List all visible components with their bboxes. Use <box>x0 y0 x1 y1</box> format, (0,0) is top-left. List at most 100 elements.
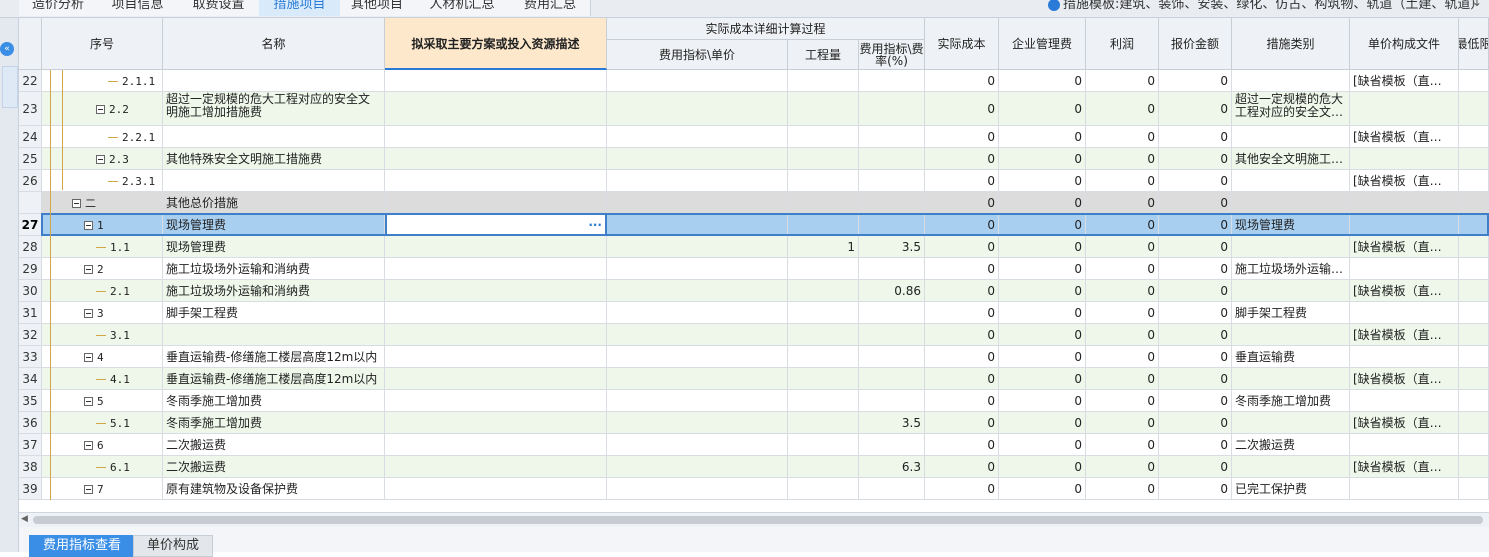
cell-rate[interactable] <box>859 258 925 280</box>
cell-quote[interactable]: 0 <box>1159 192 1232 214</box>
cell-category[interactable] <box>1232 236 1350 258</box>
cell-file[interactable]: [缺省模板（直… <box>1350 126 1459 148</box>
cell-rate[interactable]: 0.86 <box>859 280 925 302</box>
cell-profit[interactable]: 0 <box>1086 324 1159 346</box>
cell-name[interactable]: 现场管理费 <box>163 214 385 236</box>
cell-actual[interactable]: 0 <box>925 280 999 302</box>
header-category[interactable]: 措施类别 <box>1232 18 1350 70</box>
cell-quantity[interactable] <box>788 478 859 500</box>
cell-actual[interactable]: 0 <box>925 170 999 192</box>
cell-min[interactable] <box>1459 236 1489 258</box>
cell-rate[interactable]: 3.5 <box>859 236 925 258</box>
scroll-left-arrow-icon[interactable]: ◀ <box>21 514 28 524</box>
collapse-toggle-icon[interactable] <box>84 397 93 406</box>
cell-min[interactable] <box>1459 280 1489 302</box>
cell-plan[interactable] <box>385 92 607 126</box>
cell-quote[interactable]: 0 <box>1159 434 1232 456</box>
cell-min[interactable] <box>1459 214 1489 236</box>
cell-name[interactable]: 原有建筑物及设备保护费 <box>163 478 385 500</box>
header-min[interactable]: 最低限 <box>1459 18 1489 70</box>
collapse-toggle-icon[interactable] <box>84 485 93 494</box>
cell-name[interactable]: 其他总价措施 <box>163 192 385 214</box>
cell-plan[interactable] <box>385 236 607 258</box>
cell-min[interactable] <box>1459 258 1489 280</box>
cell-actual[interactable]: 0 <box>925 346 999 368</box>
cell-name[interactable] <box>163 126 385 148</box>
cell-file[interactable]: [缺省模板（直… <box>1350 412 1459 434</box>
cell-profit[interactable]: 0 <box>1086 434 1159 456</box>
tab-0[interactable]: 造价分析 <box>19 0 98 16</box>
cell-actual[interactable]: 0 <box>925 368 999 390</box>
cell-mgmt[interactable]: 0 <box>999 192 1086 214</box>
cell-min[interactable] <box>1459 412 1489 434</box>
cell-name[interactable]: 二次搬运费 <box>163 456 385 478</box>
cell-plan[interactable] <box>385 412 607 434</box>
cell-quote[interactable]: 0 <box>1159 148 1232 170</box>
cell-min[interactable] <box>1459 478 1489 500</box>
header-quote[interactable]: 报价金额 <box>1159 18 1232 70</box>
cell-seq[interactable]: 1 <box>42 214 163 236</box>
horizontal-scrollbar[interactable]: ◀ <box>19 512 1489 527</box>
cell-profit[interactable]: 0 <box>1086 346 1159 368</box>
cell-min[interactable] <box>1459 302 1489 324</box>
cell-quote[interactable]: 0 <box>1159 236 1232 258</box>
cell-mgmt[interactable]: 0 <box>999 170 1086 192</box>
cell-seq[interactable]: 3 <box>42 302 163 324</box>
cell-file[interactable] <box>1350 148 1459 170</box>
cell-category[interactable] <box>1232 324 1350 346</box>
cell-name[interactable] <box>163 170 385 192</box>
cell-plan[interactable] <box>385 148 607 170</box>
cell-category[interactable] <box>1232 126 1350 148</box>
cell-profit[interactable]: 0 <box>1086 456 1159 478</box>
collapse-toggle-icon[interactable] <box>84 265 93 274</box>
cell-name[interactable] <box>163 324 385 346</box>
cell-profit[interactable]: 0 <box>1086 280 1159 302</box>
tab-3[interactable]: 措施项目 <box>259 0 341 16</box>
cell-unit[interactable] <box>607 148 788 170</box>
cell-plan[interactable] <box>385 258 607 280</box>
cell-category[interactable]: 二次搬运费 <box>1232 434 1350 456</box>
cell-mgmt[interactable]: 0 <box>999 258 1086 280</box>
cell-name[interactable]: 超过一定规模的危大工程对应的安全文明施工增加措施费 <box>163 92 385 126</box>
bottom-tab-0[interactable]: 费用指标查看 <box>29 535 136 557</box>
cell-plan[interactable] <box>385 346 607 368</box>
cell-profit[interactable]: 0 <box>1086 236 1159 258</box>
cell-unit[interactable] <box>607 258 788 280</box>
cell-mgmt[interactable]: 0 <box>999 70 1086 92</box>
cell-plan[interactable] <box>385 368 607 390</box>
collapse-toggle-icon[interactable] <box>84 353 93 362</box>
cell-mgmt[interactable]: 0 <box>999 478 1086 500</box>
cell-mgmt[interactable]: 0 <box>999 302 1086 324</box>
cell-file[interactable] <box>1350 478 1459 500</box>
cell-file[interactable] <box>1350 92 1459 126</box>
cell-quantity[interactable] <box>788 214 859 236</box>
cell-quantity[interactable] <box>788 170 859 192</box>
cell-quote[interactable]: 0 <box>1159 126 1232 148</box>
cell-file[interactable] <box>1350 434 1459 456</box>
cell-category[interactable]: 施工垃圾场外运输… <box>1232 258 1350 280</box>
collapse-toggle-icon[interactable] <box>96 105 105 114</box>
collapse-toggle-icon[interactable] <box>96 155 105 164</box>
cell-file[interactable] <box>1350 302 1459 324</box>
cell-seq[interactable]: 2.2.1 <box>42 126 163 148</box>
cell-file[interactable] <box>1350 258 1459 280</box>
cell-plan[interactable] <box>385 126 607 148</box>
cell-actual[interactable]: 0 <box>925 70 999 92</box>
measure-template-label[interactable]: 措施模板:建筑、装饰、安装、绿化、仿古、构筑物、轨道（土建、轨道） <box>1048 0 1483 16</box>
cell-name[interactable]: 脚手架工程费 <box>163 302 385 324</box>
cell-quantity[interactable] <box>788 412 859 434</box>
cell-unit[interactable] <box>607 214 788 236</box>
cell-quantity[interactable] <box>788 70 859 92</box>
cell-rate[interactable] <box>859 214 925 236</box>
cell-unit[interactable] <box>607 192 788 214</box>
cell-category[interactable]: 现场管理费 <box>1232 214 1350 236</box>
cell-min[interactable] <box>1459 390 1489 412</box>
cell-rate[interactable] <box>859 302 925 324</box>
cell-quote[interactable]: 0 <box>1159 214 1232 236</box>
cell-mgmt[interactable]: 0 <box>999 324 1086 346</box>
cell-quote[interactable]: 0 <box>1159 390 1232 412</box>
cell-min[interactable] <box>1459 324 1489 346</box>
cell-rate[interactable] <box>859 434 925 456</box>
cell-unit[interactable] <box>607 478 788 500</box>
cell-name[interactable]: 其他特殊安全文明施工措施费 <box>163 148 385 170</box>
